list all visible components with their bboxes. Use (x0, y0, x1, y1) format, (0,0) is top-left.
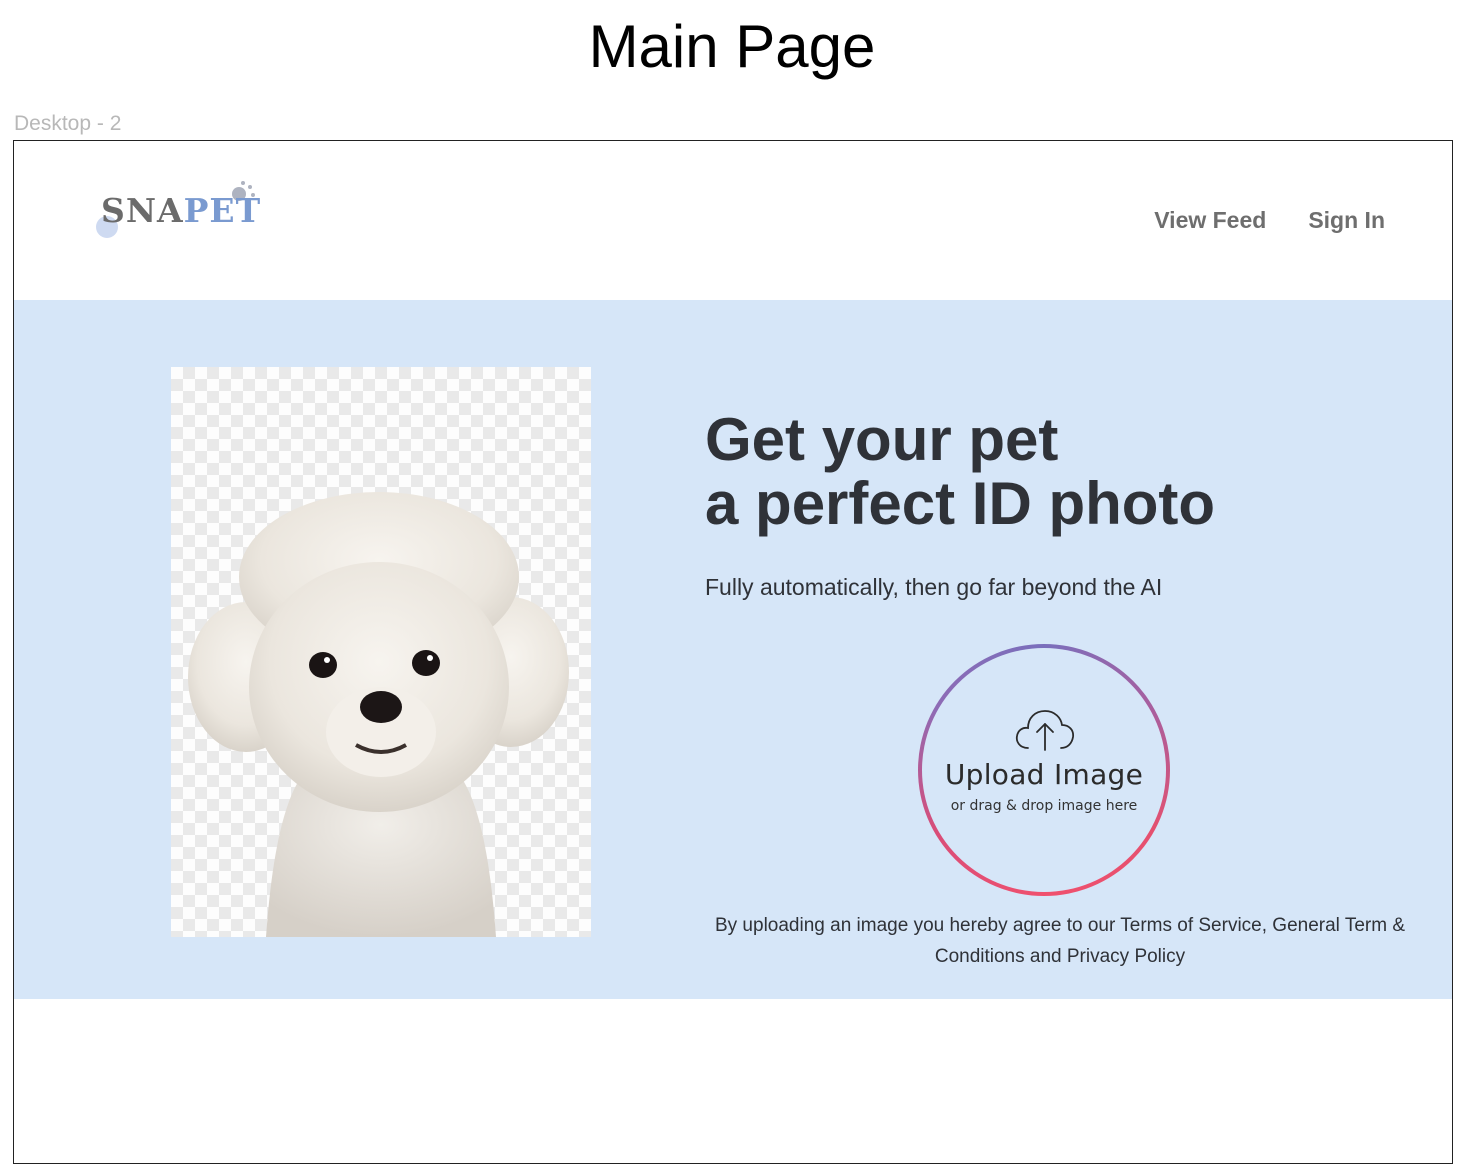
logo-text-pet: PET (183, 191, 262, 230)
pet-photo (171, 367, 591, 937)
headline-line-1: Get your pet (705, 406, 1059, 473)
hero-subtitle: Fully automatically, then go far beyond … (705, 574, 1163, 600)
logo-text-snap: SNA (101, 191, 184, 230)
logo-text: SNAPET (101, 191, 261, 230)
cloud-upload-icon (1015, 710, 1075, 751)
dog-illustration (188, 492, 569, 937)
snapet-logo[interactable]: SNAPET (96, 181, 266, 241)
main-nav: View Feed Sign In (1154, 207, 1385, 234)
hero-section: Get your pet a perfect ID photo Fully au… (14, 300, 1452, 999)
nav-view-feed[interactable]: View Feed (1154, 207, 1266, 234)
frame-label: Desktop - 2 (14, 112, 122, 135)
site-header: SNAPET View Feed Sign In (14, 141, 1452, 300)
desktop-frame: SNAPET View Feed Sign In Get your pet a … (13, 140, 1453, 1164)
upload-image-button[interactable]: Upload Image or drag & drop image here (918, 644, 1170, 896)
legal-notice: By uploading an image you hereby agree t… (714, 915, 1405, 967)
page-title: Main Page (588, 13, 876, 80)
upload-title: Upload Image (944, 758, 1144, 791)
headline-line-2: a perfect ID photo (705, 470, 1216, 537)
hero-headline: Get your pet a perfect ID photo (705, 408, 1405, 536)
upload-dropzone[interactable]: Upload Image or drag & drop image here (922, 648, 1166, 892)
nav-sign-in[interactable]: Sign In (1308, 207, 1385, 234)
upload-subtitle: or drag & drop image here (950, 798, 1138, 814)
